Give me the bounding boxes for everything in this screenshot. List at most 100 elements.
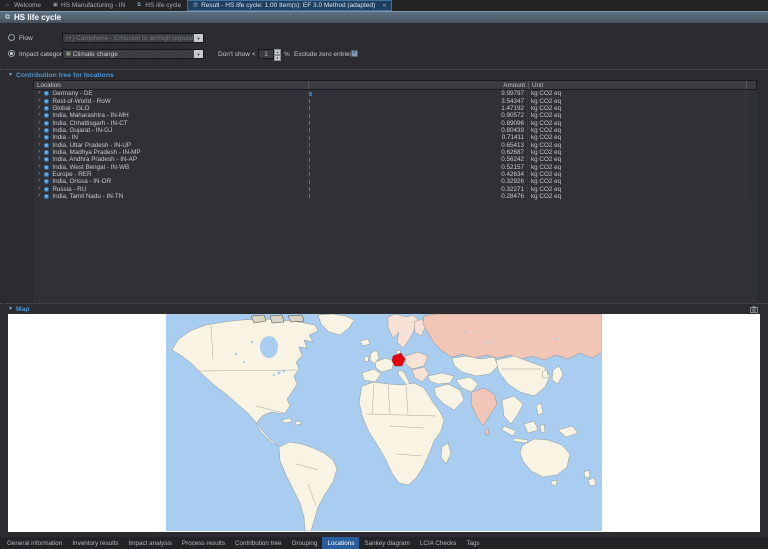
- tree-row[interactable]: ›India, Uttar Pradesh - IN-UP0.65413kg C…: [33, 141, 757, 148]
- flow-radio[interactable]: [8, 34, 15, 41]
- contribution-bar: [309, 194, 310, 198]
- tree-row[interactable]: ›India, Gujarat - IN-GJ0.80439kg CO2 eq: [33, 127, 757, 134]
- editor-tab[interactable]: ▥Result - HS life cycle: 1.00 Item(s): E…: [187, 0, 392, 11]
- tree-row[interactable]: ›India, Chhattisgarh - IN-CT0.89096kg CO…: [33, 119, 757, 126]
- chevron-down-icon[interactable]: ▼: [194, 34, 203, 42]
- table-header-row[interactable]: Location Amount Unit: [33, 80, 757, 90]
- column-header-unit[interactable]: Unit: [528, 81, 746, 89]
- expand-arrow-icon[interactable]: ›: [38, 112, 40, 118]
- world-map[interactable]: [166, 314, 602, 531]
- amount-value: 0.52157: [501, 164, 524, 171]
- expand-arrow-icon[interactable]: ›: [38, 149, 40, 155]
- impact-category-icon: ▦: [66, 51, 71, 57]
- editor-tab-bar: ⌂Welcome▣HS Manufacturing - IN⧉HS life c…: [0, 0, 768, 11]
- tree-row[interactable]: ›India, Andhra Pradesh - IN-AP0.56242kg …: [33, 156, 757, 163]
- location-name: Germany - DE: [52, 90, 92, 97]
- expand-arrow-icon[interactable]: ›: [38, 105, 40, 111]
- expand-arrow-icon[interactable]: ›: [38, 178, 40, 184]
- result-page-tab-lcia-checks[interactable]: LCIA Checks: [415, 537, 461, 549]
- contribution-bar: [309, 106, 310, 110]
- expand-arrow-icon[interactable]: ›: [38, 164, 40, 170]
- editor-tab[interactable]: ▣HS Manufacturing - IN: [47, 0, 131, 11]
- expand-arrow-icon[interactable]: ›: [38, 142, 40, 148]
- expand-arrow-icon[interactable]: ›: [38, 193, 40, 199]
- map-section-header[interactable]: ▼ Map: [0, 303, 768, 314]
- location-name: Global - GLO: [52, 105, 89, 112]
- location-name: India, Andhra Pradesh - IN-AP: [52, 156, 137, 163]
- tree-row[interactable]: ›Global - GLO1.47192kg CO2 eq: [33, 105, 757, 112]
- amount-value: 0.56242: [501, 156, 524, 163]
- chevron-down-icon[interactable]: ▼: [194, 50, 203, 58]
- contribution-tree-section-title: Contribution tree for locations: [16, 72, 114, 79]
- row-spacer: [745, 193, 757, 200]
- amount-value: 0.32271: [501, 186, 524, 193]
- unit-value: kg CO2 eq: [527, 112, 745, 119]
- row-spacer: [745, 127, 757, 134]
- tree-row[interactable]: ›Germany - DE9.99797kg CO2 eq: [33, 90, 757, 97]
- tree-row[interactable]: ›India, Tamil Nadu - IN-TN0.28476kg CO2 …: [33, 193, 757, 200]
- amount-value: 0.28476: [501, 193, 524, 200]
- impact-category-combobox[interactable]: ▦Climate change ▼: [62, 49, 204, 59]
- column-header-amount[interactable]: Amount: [308, 81, 528, 89]
- expand-arrow-icon[interactable]: ›: [38, 120, 40, 126]
- exclude-zero-checkbox[interactable]: [351, 50, 358, 57]
- contribution-tree-section-header[interactable]: ▼ Contribution tree for locations: [0, 69, 768, 80]
- close-icon[interactable]: ✕: [382, 3, 386, 9]
- amount-value: 3.54347: [501, 98, 524, 105]
- map-russia-highlight: [423, 314, 602, 360]
- amount-value: 0.71411: [502, 134, 524, 141]
- result-page-tab-general-information[interactable]: General information: [2, 537, 67, 549]
- result-page-tab-impact-analysis[interactable]: Impact analysis: [124, 537, 177, 549]
- result-page-tab-contribution-tree[interactable]: Contribution tree: [230, 537, 287, 549]
- collapse-icon[interactable]: ▼: [8, 72, 13, 78]
- spinner-down-icon[interactable]: ▼: [274, 55, 281, 61]
- expand-arrow-icon[interactable]: ›: [38, 98, 40, 104]
- tree-row[interactable]: ›India, Madhya Pradesh - IN-MP0.62687kg …: [33, 149, 757, 156]
- location-name: Rest-of-World - RoW: [52, 98, 110, 105]
- tree-row[interactable]: ›India - IN0.71411kg CO2 eq: [33, 134, 757, 141]
- expand-arrow-icon[interactable]: ›: [38, 171, 40, 177]
- expand-arrow-icon[interactable]: ›: [38, 186, 40, 192]
- location-icon: [44, 106, 49, 111]
- expand-arrow-icon[interactable]: ›: [38, 156, 40, 162]
- tree-row[interactable]: ›Rest-of-World - RoW3.54347kg CO2 eq: [33, 97, 757, 104]
- unit-value: kg CO2 eq: [527, 127, 745, 134]
- tree-row[interactable]: ›India, West Bengal - IN-WB0.52157kg CO2…: [33, 163, 757, 170]
- editor-tab[interactable]: ⌂Welcome: [0, 0, 47, 11]
- unit-value: kg CO2 eq: [527, 185, 745, 192]
- threshold-spinner[interactable]: 1 ▲ ▼: [258, 49, 281, 59]
- location-name: India, Uttar Pradesh - IN-UP: [52, 142, 131, 149]
- location-name: India, Chhattisgarh - IN-CT: [52, 120, 127, 127]
- amount-value: 0.32926: [501, 178, 524, 185]
- editor-tab-label: Result - HS life cycle: 1.00 Item(s): EF…: [201, 2, 375, 9]
- impact-category-radio[interactable]: [8, 50, 15, 57]
- editor-tab[interactable]: ⧉HS life cycle: [131, 0, 187, 11]
- table-body: ›Germany - DE9.99797kg CO2 eq›Rest-of-Wo…: [33, 90, 757, 303]
- result-page-tab-process-results[interactable]: Process results: [177, 537, 230, 549]
- expand-arrow-icon[interactable]: ›: [38, 134, 40, 140]
- column-header-location[interactable]: Location: [34, 81, 308, 89]
- location-name: Russia - RU: [52, 186, 86, 193]
- result-icon: ▥: [193, 3, 198, 8]
- result-page-tab-tags[interactable]: Tags: [461, 537, 484, 549]
- location-icon: [44, 172, 49, 177]
- result-page-tab-locations[interactable]: Locations: [322, 537, 359, 549]
- location-name: India, West Bengal - IN-WB: [52, 164, 129, 171]
- result-page-tab-grouping[interactable]: Grouping: [287, 537, 323, 549]
- result-page-tab-sankey-diagram[interactable]: Sankey diagram: [359, 537, 415, 549]
- tree-row[interactable]: › Russia - RU 0.32271kg CO2 eq: [33, 185, 757, 192]
- contribution-bar: [309, 128, 310, 132]
- tree-row[interactable]: ›Europe - RER0.42634kg CO2 eq: [33, 171, 757, 178]
- location-name: India, Maharashtra - IN-MH: [52, 112, 128, 119]
- location-icon: [44, 194, 49, 199]
- unit-value: kg CO2 eq: [527, 141, 745, 148]
- result-page-tab-inventory-results[interactable]: Inventory results: [67, 537, 123, 549]
- expand-arrow-icon[interactable]: ›: [38, 90, 40, 96]
- tree-row[interactable]: ›India, Orissa - IN-OR0.32926kg CO2 eq: [33, 178, 757, 185]
- tree-row[interactable]: ›India, Maharashtra - IN-MH0.90572kg CO2…: [33, 112, 757, 119]
- expand-arrow-icon[interactable]: ›: [38, 127, 40, 133]
- collapse-icon[interactable]: ▼: [8, 306, 13, 312]
- map-canvas[interactable]: [8, 314, 760, 532]
- contribution-bar: [309, 150, 310, 154]
- contribution-tree-table: Location Amount Unit ›Germany - DE9.9979…: [33, 80, 757, 303]
